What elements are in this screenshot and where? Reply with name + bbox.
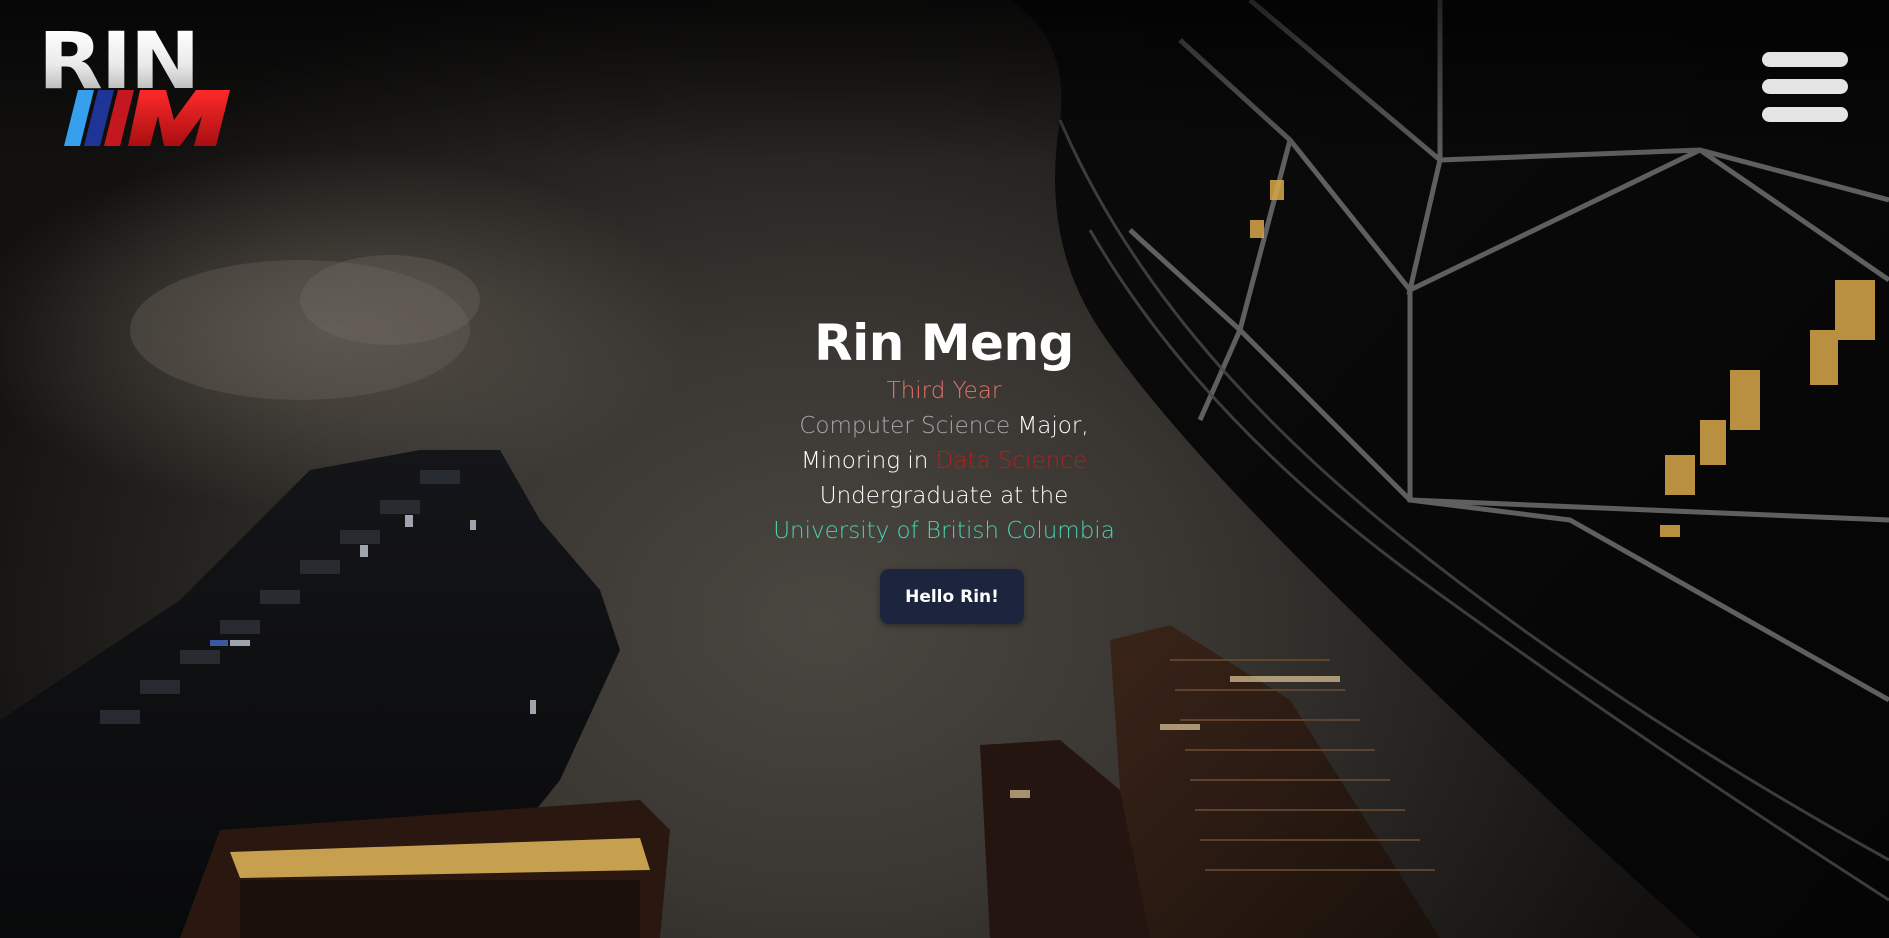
logo-m-mark [64, 90, 230, 146]
major-suffix-text: Major, [1010, 413, 1089, 439]
major-text: Computer Science [799, 413, 1011, 439]
intro-block: Rin Meng Third Year Computer Science Maj… [644, 312, 1244, 549]
top-shade-overlay [0, 0, 1889, 160]
university-text: University of British Columbia [773, 518, 1115, 544]
year-line: Third Year [644, 374, 1244, 409]
menu-bar-top [1762, 52, 1848, 67]
minor-prefix-text: Minoring in [800, 448, 936, 474]
hero-section: RIN Rin Meng Third Year Computer Science… [0, 0, 1889, 938]
undergrad-line: Undergraduate at the [644, 479, 1244, 514]
year-text: Third Year [886, 378, 1002, 404]
undergrad-text: Undergraduate at the [819, 483, 1069, 509]
major-line: Computer Science Major, [644, 409, 1244, 444]
logo-top-text: RIN [38, 17, 200, 107]
university-line: University of British Columbia [644, 514, 1244, 549]
hello-rin-button[interactable]: Hello Rin! [880, 569, 1024, 624]
menu-bar-middle [1762, 79, 1848, 94]
page-title: Rin Meng [814, 314, 1074, 372]
minor-text: Data Science [935, 448, 1088, 474]
site-logo[interactable]: RIN [38, 17, 238, 148]
menu-bar-bottom [1762, 107, 1848, 122]
minor-line: Minoring in Data Science [644, 444, 1244, 479]
hamburger-menu-icon[interactable] [1760, 48, 1850, 128]
